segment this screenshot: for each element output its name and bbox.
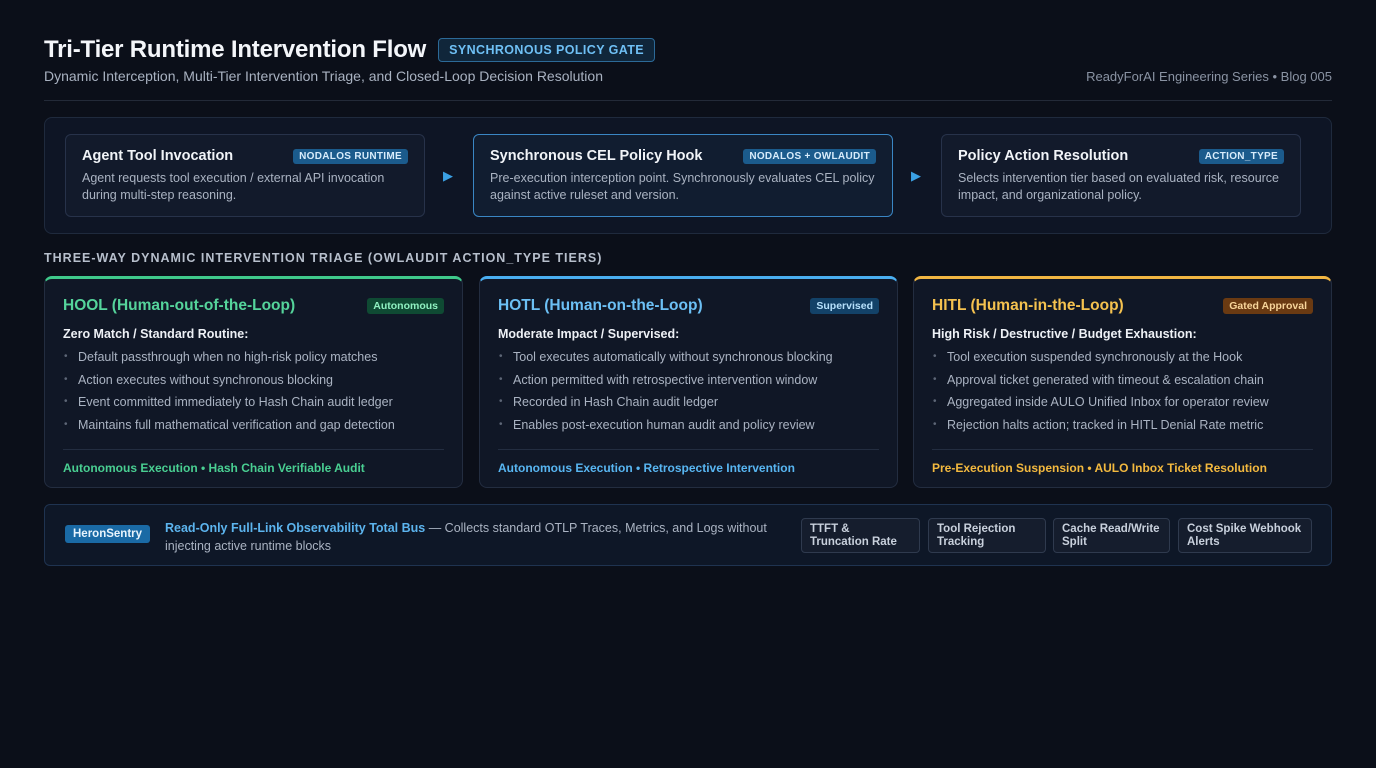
series-label: ReadyForAI Engineering Series • Blog 005 (1086, 69, 1332, 84)
triage-section-label: THREE-WAY DYNAMIC INTERVENTION TRIAGE (O… (44, 251, 603, 265)
flow-step-title: Synchronous CEL Policy Hook (490, 148, 703, 164)
metric-chip-line: Tracking (937, 536, 985, 548)
list-item: Enables post-execution human audit and p… (498, 418, 879, 441)
flow-step-agent-tool-invocation: Agent Tool Invocation NODALOS RUNTIME Ag… (65, 134, 425, 217)
tier-badge: Supervised (810, 298, 879, 314)
heronsentry-badge: HeronSentry (65, 525, 151, 543)
flow-step-policy-action-resolution: Policy Action Resolution ACTION_TYPE Sel… (941, 134, 1301, 217)
list-item: Approval ticket generated with timeout &… (932, 373, 1313, 396)
metric-chip-line: Split (1062, 536, 1087, 548)
list-item: Maintains full mathematical verification… (63, 418, 444, 441)
metric-chip-tool-rejection: Tool Rejection Tracking (928, 518, 1046, 553)
metric-chip-line: Tool Rejection (937, 523, 1016, 535)
tier-card-hool: HOOL (Human-out-of-the-Loop) Autonomous … (44, 276, 463, 488)
list-item: Aggregated inside AULO Unified Inbox for… (932, 395, 1313, 418)
list-item: Tool execution suspended synchronously a… (932, 350, 1313, 373)
tier-item-list: Default passthrough when no high-risk po… (63, 350, 444, 440)
metric-chip-line: Truncation Rate (810, 536, 897, 548)
flow-step-description: Pre-execution interception point. Synchr… (490, 171, 875, 202)
tier-title: HOOL (Human-out-of-the-Loop) (63, 297, 296, 314)
flow-step-tag: NODALOS RUNTIME (293, 148, 408, 164)
flow-step-tag: NODALOS + OWLAUDIT (743, 148, 876, 164)
tier-item-list: Tool executes automatically without sync… (498, 350, 879, 440)
list-item: Action executes without synchronous bloc… (63, 373, 444, 396)
metric-chip-line: Alerts (1187, 536, 1220, 548)
flow-step-title: Policy Action Resolution (958, 148, 1129, 164)
flow-step-title: Agent Tool Invocation (82, 148, 234, 164)
flow-step-cel-policy-hook: Synchronous CEL Policy Hook NODALOS + OW… (473, 134, 893, 217)
list-item: Tool executes automatically without sync… (498, 350, 879, 373)
divider (932, 449, 1313, 450)
metric-chip-line: Cost Spike Webhook (1187, 523, 1302, 535)
tier-title: HITL (Human-in-the-Loop) (932, 297, 1124, 314)
flow-step-description: Agent requests tool execution / external… (82, 171, 385, 202)
divider (63, 449, 444, 450)
flow-arrow-icon: ▶ (443, 168, 453, 183)
metric-chip-cache-split: Cache Read/Write Split (1053, 518, 1170, 553)
list-item: Event committed immediately to Hash Chai… (63, 395, 444, 418)
tier-badge: Autonomous (367, 298, 444, 314)
flow-step-description: Selects intervention tier based on evalu… (958, 171, 1280, 202)
flow-step-tag: ACTION_TYPE (1198, 148, 1284, 164)
page-title: Tri-Tier Runtime Intervention Flow (44, 36, 427, 63)
tier-title: HOTL (Human-on-the-Loop) (498, 297, 703, 314)
flow-arrow-icon: ▶ (911, 168, 921, 183)
tier-footer: Autonomous Execution • Hash Chain Verifi… (63, 461, 365, 475)
metric-chip-cost-spike: Cost Spike Webhook Alerts (1178, 518, 1312, 553)
observability-bus-panel: HeronSentry Read-Only Full-Link Observab… (44, 504, 1332, 566)
tier-card-hotl: HOTL (Human-on-the-Loop) Supervised Mode… (479, 276, 898, 488)
tier-condition: Zero Match / Standard Routine: (63, 327, 249, 341)
tier-footer: Autonomous Execution • Retrospective Int… (498, 461, 795, 475)
divider (498, 449, 879, 450)
list-item: Default passthrough when no high-risk po… (63, 350, 444, 373)
tier-item-list: Tool execution suspended synchronously a… (932, 350, 1313, 440)
bus-title: Read-Only Full-Link Observability Total … (165, 521, 426, 535)
tier-condition: Moderate Impact / Supervised: (498, 327, 680, 341)
header: Tri-Tier Runtime Intervention Flow SYNCH… (44, 36, 1332, 101)
bus-description: Read-Only Full-Link Observability Total … (165, 519, 795, 555)
list-item: Action permitted with retrospective inte… (498, 373, 879, 396)
tier-badge: Gated Approval (1223, 298, 1313, 314)
metric-chip-line: TTFT & (810, 523, 850, 535)
gate-badge: SYNCHRONOUS POLICY GATE (438, 38, 655, 62)
tier-footer: Pre-Execution Suspension • AULO Inbox Ti… (932, 461, 1267, 475)
metric-chip-ttft: TTFT & Truncation Rate (801, 518, 920, 553)
tier-condition: High Risk / Destructive / Budget Exhaust… (932, 327, 1197, 341)
list-item: Rejection halts action; tracked in HITL … (932, 418, 1313, 441)
page-subtitle: Dynamic Interception, Multi-Tier Interve… (44, 68, 603, 84)
flow-panel: Agent Tool Invocation NODALOS RUNTIME Ag… (44, 117, 1332, 234)
list-item: Recorded in Hash Chain audit ledger (498, 395, 879, 418)
metric-chip-line: Cache Read/Write (1062, 523, 1160, 535)
tier-card-hitl: HITL (Human-in-the-Loop) Gated Approval … (913, 276, 1332, 488)
